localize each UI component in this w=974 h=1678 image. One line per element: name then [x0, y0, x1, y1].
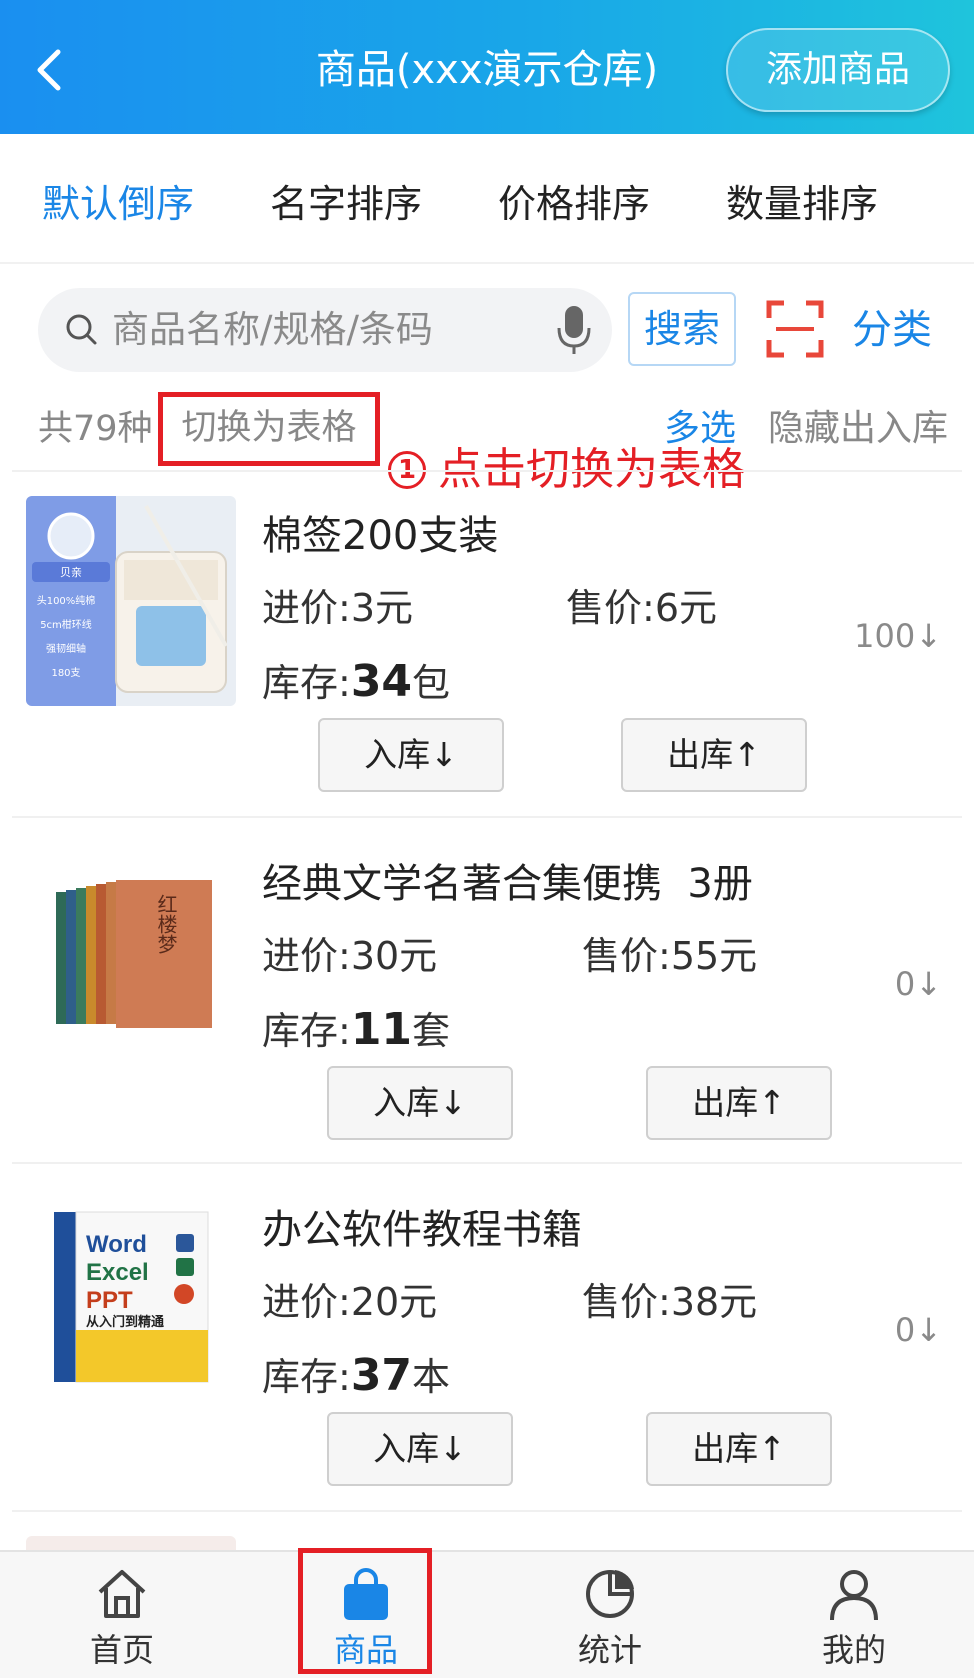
svg-text:从入门到精通: 从入门到精通 [86, 1314, 164, 1330]
microphone-icon[interactable] [556, 304, 592, 356]
scan-icon[interactable] [766, 300, 824, 358]
tab-default-desc[interactable]: 默认倒序 [42, 178, 194, 230]
product-image-classic-novels: 红楼梦 [26, 844, 236, 1054]
product-name: 办公软件教程书籍 [262, 1207, 582, 1253]
buy-price: 进价:20元 [262, 1280, 438, 1324]
inout-count[interactable]: 100↓ [854, 612, 942, 660]
stock-in-button[interactable]: 入库↓ [327, 1412, 513, 1486]
switch-to-table-button[interactable]: 切换为表格 [158, 392, 380, 466]
tab-name-sort[interactable]: 名字排序 [270, 178, 422, 230]
product-name: 棉签200支装 [262, 513, 499, 559]
divider [12, 1510, 962, 1512]
product-card[interactable]: Word Excel PPT 从入门到精通 办公软件教程书籍 进价:20元 售价… [0, 1166, 974, 1512]
stock-out-button[interactable]: 出库↑ [646, 1412, 832, 1486]
add-product-button[interactable]: 添加商品 [726, 28, 950, 112]
hide-inout-toggle[interactable]: 隐藏出入库 [768, 404, 948, 454]
tab-quantity-sort[interactable]: 数量排序 [726, 178, 878, 230]
nav-label: 首页 [89, 1631, 154, 1669]
multi-select-button[interactable]: 多选 [664, 404, 736, 454]
home-icon [98, 1570, 146, 1618]
nav-statistics[interactable]: 统计 [530, 1552, 690, 1678]
search-placeholder: 商品名称/规格/条码 [112, 308, 433, 351]
svg-text:Word: Word [86, 1231, 147, 1258]
sell-price: 售价:38元 [582, 1280, 758, 1324]
novel-title-text: 红楼梦 [154, 894, 178, 954]
user-icon [830, 1570, 878, 1621]
product-image-cotton-swabs: 贝亲 头100%纯棉 5cm柑环线 强韧细轴 180支 [26, 496, 236, 706]
product-image-office-book: Word Excel PPT 从入门到精通 [26, 1190, 236, 1400]
svg-text:贝亲: 贝亲 [60, 565, 82, 579]
product-card[interactable]: 红楼梦 经典文学名著合集便携 3册 进价:30元 售价:55元 库存:11套 0… [0, 820, 974, 1166]
nav-label: 我的 [821, 1631, 886, 1669]
sell-price: 售价:55元 [582, 934, 758, 978]
search-button[interactable]: 搜索 [628, 292, 736, 366]
sell-price: 售价:6元 [566, 586, 717, 630]
divider [12, 1162, 962, 1164]
stock-out-button[interactable]: 出库↑ [646, 1066, 832, 1140]
divider [12, 816, 962, 818]
svg-text:头100%纯棉: 头100%纯棉 [37, 594, 96, 607]
stock: 库存:11套 [262, 1004, 451, 1055]
svg-text:Excel: Excel [86, 1259, 149, 1286]
nav-home[interactable]: 首页 [42, 1552, 202, 1678]
inout-count[interactable]: 0↓ [895, 1306, 942, 1354]
nav-mine[interactable]: 我的 [774, 1552, 934, 1678]
svg-text:5cm柑环线: 5cm柑环线 [40, 618, 92, 631]
stock-out-button[interactable]: 出库↑ [621, 718, 807, 792]
svg-text:180支: 180支 [51, 667, 80, 679]
search-icon [66, 314, 97, 345]
nav-label: 统计 [577, 1631, 642, 1669]
product-count: 共79种 [38, 409, 153, 449]
category-button[interactable]: 分类 [852, 302, 932, 358]
buy-price: 进价:3元 [262, 586, 413, 630]
stock-in-button[interactable]: 入库↓ [318, 718, 504, 792]
app-header: 商品(xxx演示仓库) 添加商品 [0, 0, 974, 134]
bottom-navigation: 首页 商品 统计 我的 [0, 1550, 974, 1678]
stock: 库存:37本 [262, 1350, 451, 1401]
buy-price: 进价:30元 [262, 934, 438, 978]
product-name: 经典文学名著合集便携 3册 [262, 861, 753, 907]
svg-text:强韧细轴: 强韧细轴 [46, 642, 86, 655]
tab-price-sort[interactable]: 价格排序 [498, 178, 650, 230]
search-input[interactable]: 商品名称/规格/条码 [38, 288, 612, 372]
pie-chart-icon [586, 1570, 634, 1618]
stock-in-button[interactable]: 入库↓ [327, 1066, 513, 1140]
sort-tabs: 默认倒序 名字排序 价格排序 数量排序 [0, 134, 974, 264]
product-card[interactable]: 贝亲 头100%纯棉 5cm柑环线 强韧细轴 180支 棉签200支装 进价:3… [0, 472, 974, 818]
nav-highlight-box [298, 1548, 432, 1674]
svg-text:PPT: PPT [86, 1287, 133, 1314]
inout-count[interactable]: 0↓ [895, 960, 942, 1008]
stock: 库存:34包 [262, 656, 451, 707]
